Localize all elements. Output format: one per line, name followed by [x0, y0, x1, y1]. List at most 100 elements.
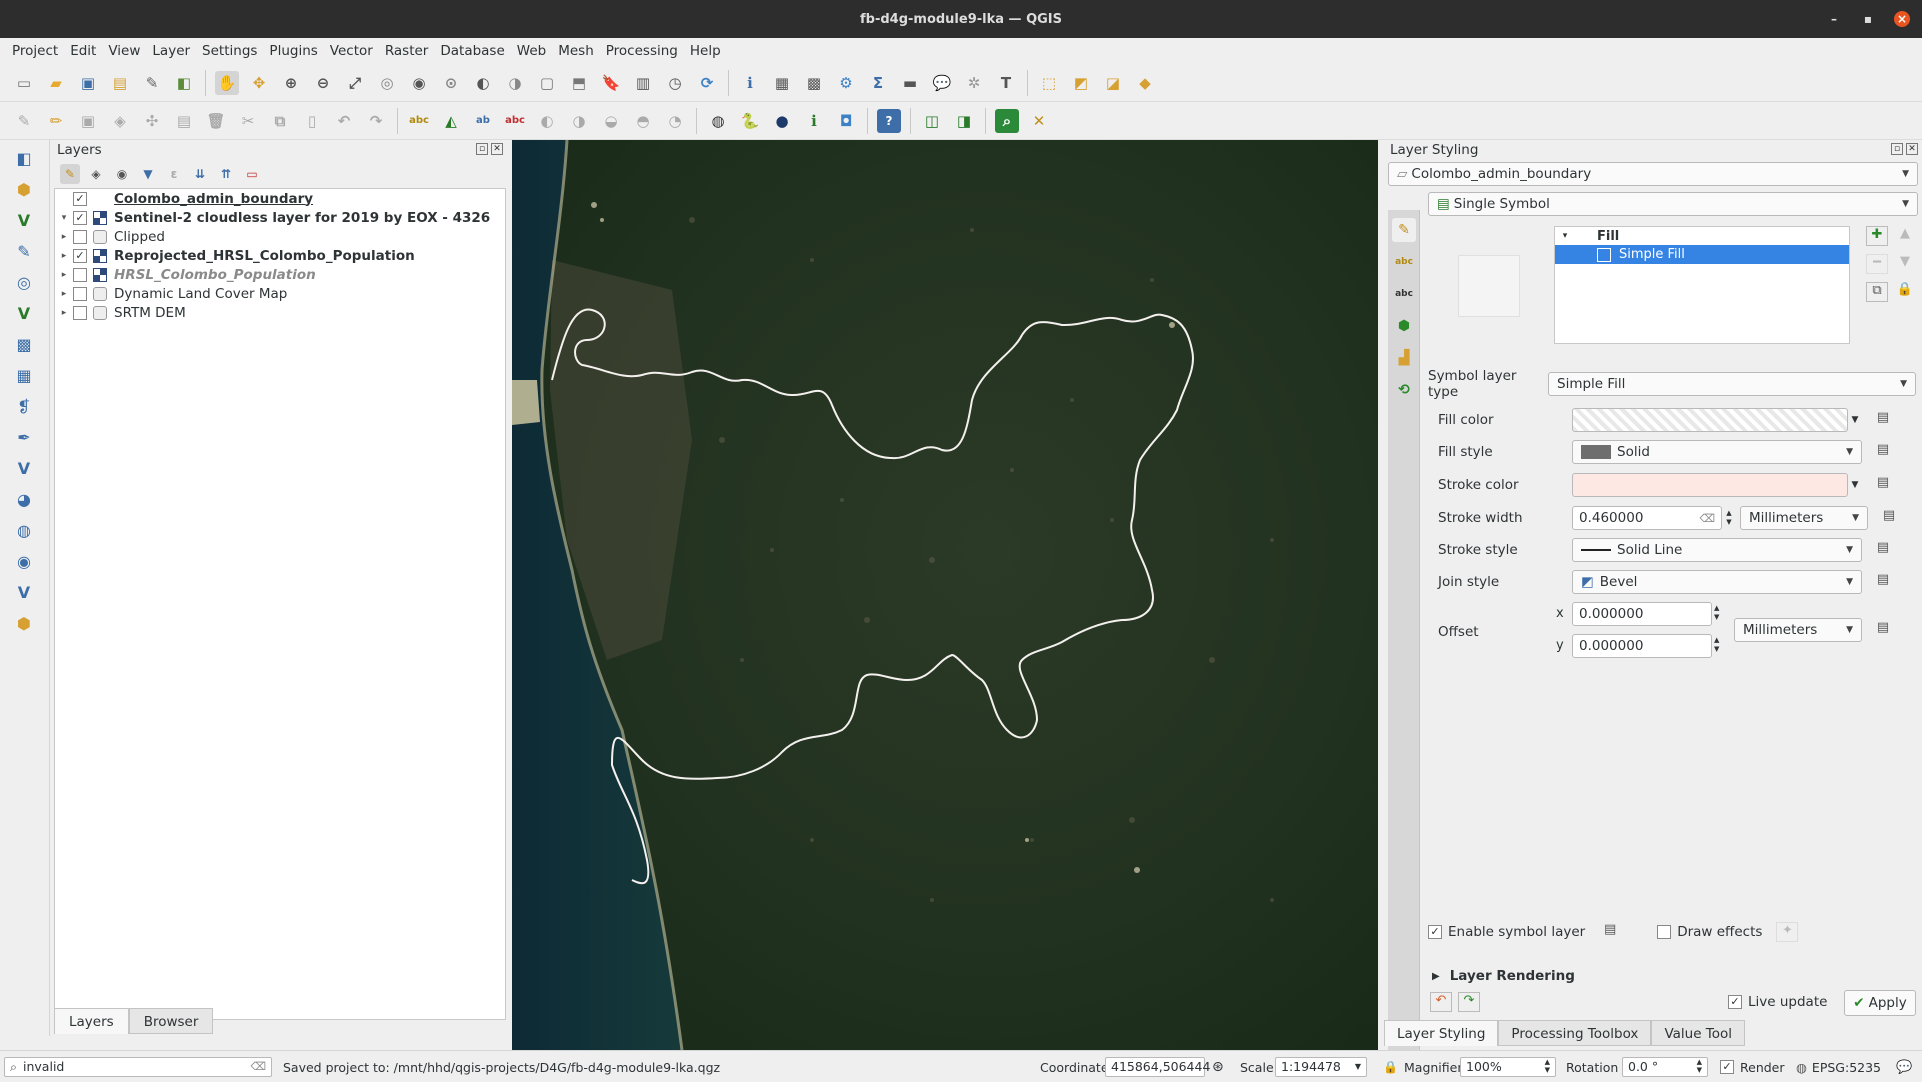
offset-y-spinner[interactable]: ▲ ▼ [1714, 636, 1719, 654]
enable-symbol-layer-checkbox[interactable]: ✓ [1428, 925, 1442, 939]
copy-icon[interactable]: ⧉ [268, 109, 292, 133]
style-panel-icon[interactable]: ✎ [60, 164, 80, 184]
new-shapefile-icon[interactable]: V [10, 207, 38, 233]
map-canvas[interactable] [512, 140, 1378, 1050]
locator-icon[interactable]: ✲ [962, 71, 986, 95]
node-tool-icon[interactable]: ▤ [172, 109, 196, 133]
fill-color-dropdown[interactable]: ▼ [1848, 415, 1862, 425]
expand-arrow-icon[interactable]: ▸ [55, 251, 73, 261]
expand-arrow-icon[interactable]: ▸ [55, 289, 73, 299]
layer-visibility-checkbox[interactable]: ✓ [73, 248, 87, 263]
menu-processing[interactable]: Processing [600, 43, 684, 59]
stroke-color-button[interactable] [1572, 473, 1848, 497]
new-map-view-icon[interactable]: ▢ [535, 71, 559, 95]
field-calculator-icon[interactable]: ▩ [802, 71, 826, 95]
add-delimited-text-icon[interactable]: ❡ [10, 393, 38, 419]
draw-effects-checkbox[interactable] [1657, 925, 1672, 939]
apply-button[interactable]: ✔ Apply [1844, 990, 1916, 1016]
locator-search[interactable]: ⌕ invalid ⌫ [4, 1057, 272, 1077]
expand-arrow-icon[interactable]: ▸ [55, 270, 73, 280]
tab-value-tool[interactable]: Value Tool [1651, 1020, 1746, 1046]
open-project-icon[interactable]: ▰ [44, 71, 68, 95]
layer-row[interactable]: ▸ Dynamic Land Cover Map [55, 284, 505, 303]
add-postgis-icon[interactable]: V [10, 455, 38, 481]
scale-field[interactable]: 1:194478 ▼ [1275, 1057, 1367, 1077]
remove-layer-icon[interactable]: ▭ [242, 164, 262, 184]
menu-mesh[interactable]: Mesh [552, 43, 600, 59]
help-icon[interactable]: ? [877, 108, 901, 133]
add-wms-icon[interactable]: ◍ [10, 517, 38, 543]
layer-row[interactable]: ▸ ✓ Reprojected_HRSL_Colombo_Population [55, 246, 505, 265]
lock-layer-icon[interactable]: 🔒 [1894, 282, 1916, 302]
expand-arrow-icon[interactable]: ▸ [55, 308, 73, 318]
add-vector-layer-icon[interactable]: V [10, 300, 38, 326]
rotation-field[interactable]: 0.0 ° ▲ ▼ [1622, 1057, 1708, 1077]
labels-tab-icon[interactable]: abc [1392, 250, 1416, 274]
collapse-all-icon[interactable]: ⇈ [216, 164, 236, 184]
toggle-editing-icon[interactable]: ✏ [44, 109, 68, 133]
highlight-labels-icon[interactable]: abc [503, 109, 527, 133]
cut-icon[interactable]: ✂ [236, 109, 260, 133]
change-label-icon[interactable]: ◒ [599, 109, 623, 133]
tab-layers[interactable]: Layers [54, 1008, 129, 1034]
add-spatialite-icon[interactable]: ✒ [10, 424, 38, 450]
symbol-tree-root[interactable]: ▾ Fill [1555, 227, 1849, 245]
zoom-full-icon[interactable]: ⤢ [343, 71, 367, 95]
add-raster-layer-icon[interactable]: ▩ [10, 331, 38, 357]
layer-row[interactable]: ▸ SRTM DEM [55, 303, 505, 322]
menu-layer[interactable]: Layer [146, 43, 196, 59]
lock-scale-icon[interactable]: 🔒 [1383, 1057, 1398, 1077]
menu-settings[interactable]: Settings [196, 43, 263, 59]
layer-row[interactable]: ▾ ✓ Sentinel-2 cloudless layer for 2019 by… [55, 208, 505, 227]
globe-icon[interactable]: ● [770, 109, 794, 133]
stroke-style-ddd-icon[interactable]: ▤ [1872, 540, 1894, 560]
zoom-layer-icon[interactable]: ◉ [407, 71, 431, 95]
expand-arrow-icon[interactable]: ▸ [55, 232, 73, 242]
float-styling-icon[interactable]: ▫ [1891, 143, 1903, 155]
menu-edit[interactable]: Edit [64, 43, 102, 59]
temporal-controller-icon[interactable]: ◷ [663, 71, 687, 95]
identify-icon[interactable]: ℹ [738, 71, 762, 95]
processing-icon[interactable]: ⚙ [834, 71, 858, 95]
masks-tab-icon[interactable]: abc [1392, 282, 1416, 306]
offset-y-input[interactable]: 0.000000 [1572, 634, 1712, 658]
menu-plugins[interactable]: Plugins [263, 43, 323, 59]
zoom-next-icon[interactable]: ◑ [503, 71, 527, 95]
coordinate-field[interactable]: 415864,506444 [1105, 1057, 1210, 1077]
symbol-tree-simple-fill[interactable]: Simple Fill [1555, 245, 1849, 264]
layer-row[interactable]: ▸ HRSL_Colombo_Population [55, 265, 505, 284]
messages-icon[interactable]: 💬 [1896, 1057, 1912, 1077]
delete-selected-icon[interactable]: 🗑 [204, 109, 228, 133]
menu-database[interactable]: Database [434, 43, 510, 59]
renderer-select[interactable]: ▤ Single Symbol ▼ [1428, 192, 1918, 216]
clear-search-icon[interactable]: ⌫ [250, 1058, 266, 1076]
stroke-color-dropdown[interactable]: ▼ [1848, 480, 1862, 490]
move-up-icon[interactable]: ▲ [1894, 226, 1916, 246]
statistics-icon[interactable]: Σ [866, 71, 890, 95]
tab-processing-toolbox[interactable]: Processing Toolbox [1498, 1020, 1652, 1046]
3d-view-tab-icon[interactable]: ⬢ [1392, 314, 1416, 338]
minimize-button[interactable]: – [1826, 11, 1842, 27]
layer-visibility-checkbox[interactable]: ✓ [73, 191, 87, 206]
data-source-manager-icon[interactable]: ◧ [10, 145, 38, 171]
menu-view[interactable]: View [102, 43, 146, 59]
quickmapservices-icon[interactable]: ◍ [706, 109, 730, 133]
show-hide-labels-icon[interactable]: ◓ [631, 109, 655, 133]
effects-icon[interactable]: ✦ [1776, 922, 1799, 942]
fill-style-ddd-icon[interactable]: ▤ [1872, 442, 1894, 462]
live-update-checkbox[interactable]: ✓ [1728, 995, 1742, 1009]
layer-select[interactable]: ▱ Colombo_admin_boundary ▼ [1388, 162, 1918, 186]
move-down-icon[interactable]: ▼ [1894, 254, 1916, 274]
new-3d-view-icon[interactable]: ⬒ [567, 71, 591, 95]
new-virtual-layer-icon[interactable]: ◎ [10, 269, 38, 295]
measure-icon[interactable]: ▬ [898, 71, 922, 95]
menu-vector[interactable]: Vector [324, 43, 379, 59]
fill-color-ddd-icon[interactable]: ▤ [1872, 410, 1894, 430]
add-mssql-icon[interactable]: ◕ [10, 486, 38, 512]
new-scratch-layer-icon[interactable]: ✎ [10, 238, 38, 264]
current-edits-icon[interactable]: ✎ [12, 109, 36, 133]
add-virtual-layer-icon[interactable]: ⬢ [10, 610, 38, 636]
magnifier-field[interactable]: 100% ▲ ▼ [1460, 1057, 1556, 1077]
filter-legend-icon[interactable]: ▼ [138, 164, 158, 184]
add-mesh-layer-icon[interactable]: ▦ [10, 362, 38, 388]
